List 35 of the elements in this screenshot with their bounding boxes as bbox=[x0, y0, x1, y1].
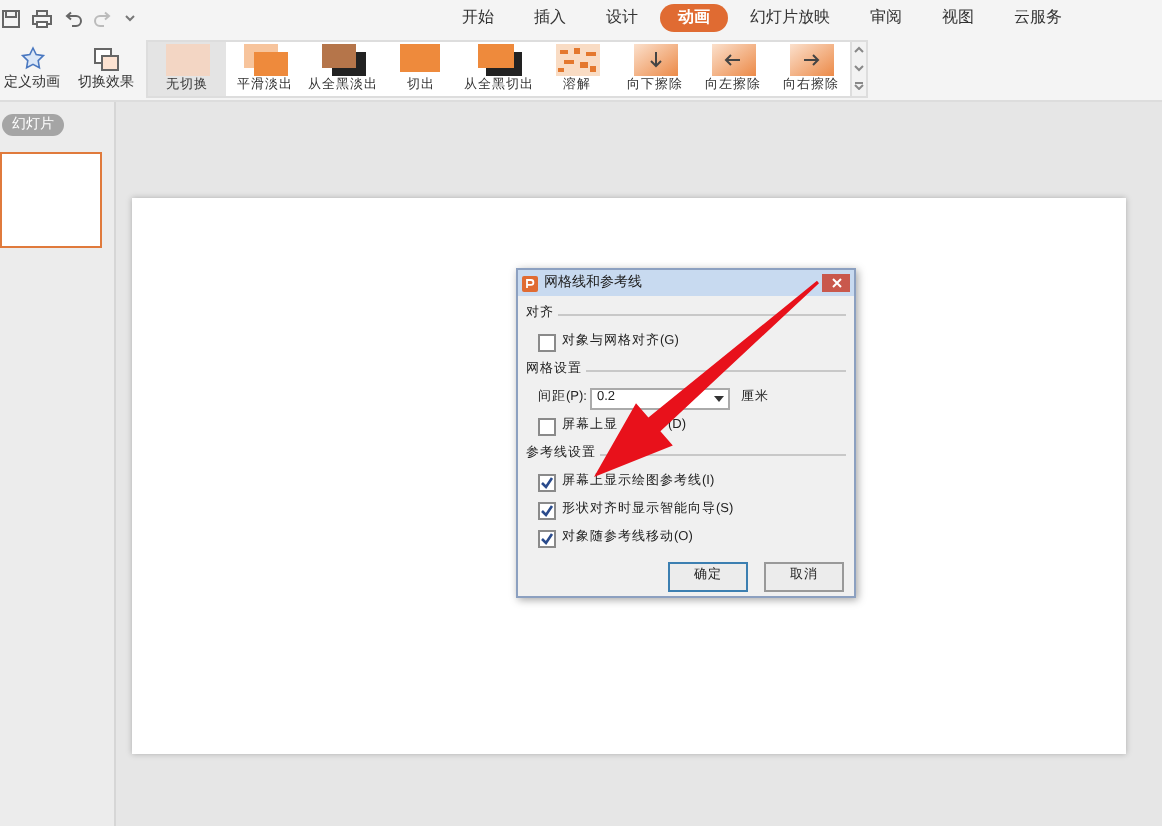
menu-tab[interactable]: 开始 bbox=[444, 4, 512, 32]
transition-icon bbox=[243, 43, 287, 76]
transition-icon bbox=[477, 43, 521, 76]
dropdown-icon[interactable] bbox=[124, 12, 136, 24]
checkbox[interactable] bbox=[538, 417, 556, 435]
close-button[interactable] bbox=[822, 274, 850, 292]
menu-tab[interactable]: 视图 bbox=[924, 4, 992, 32]
slide-thumbnail[interactable] bbox=[0, 152, 102, 248]
checkbox[interactable] bbox=[538, 501, 556, 519]
scroll-up-icon[interactable] bbox=[854, 46, 864, 54]
slides-icon bbox=[93, 47, 119, 71]
menu-tab[interactable]: 设计 bbox=[588, 4, 656, 32]
star-icon bbox=[19, 46, 45, 72]
checkbox[interactable] bbox=[538, 333, 556, 351]
more-icon[interactable] bbox=[854, 82, 864, 90]
menu-tab[interactable]: 幻灯片放映 bbox=[732, 4, 848, 32]
app-icon bbox=[522, 275, 538, 291]
printer-icon[interactable] bbox=[32, 9, 52, 27]
scroll-down-icon[interactable] bbox=[854, 64, 864, 72]
transition-icon bbox=[165, 43, 209, 76]
close-icon bbox=[831, 278, 841, 288]
menu-tab[interactable]: 云服务 bbox=[996, 4, 1080, 32]
menu-tab[interactable]: 审阅 bbox=[852, 4, 920, 32]
transition-icon bbox=[399, 43, 443, 76]
transition-icon bbox=[789, 43, 833, 76]
transition-icon bbox=[633, 43, 677, 76]
checkbox[interactable] bbox=[538, 473, 556, 491]
dropdown-icon bbox=[714, 395, 725, 401]
checkbox[interactable] bbox=[538, 529, 556, 547]
transition-icon bbox=[555, 43, 599, 76]
save-icon[interactable] bbox=[2, 9, 20, 27]
transition-icon bbox=[321, 43, 365, 76]
transition-icon bbox=[711, 43, 755, 76]
menu-tab[interactable]: 插入 bbox=[516, 4, 584, 32]
undo-icon[interactable] bbox=[64, 9, 82, 27]
